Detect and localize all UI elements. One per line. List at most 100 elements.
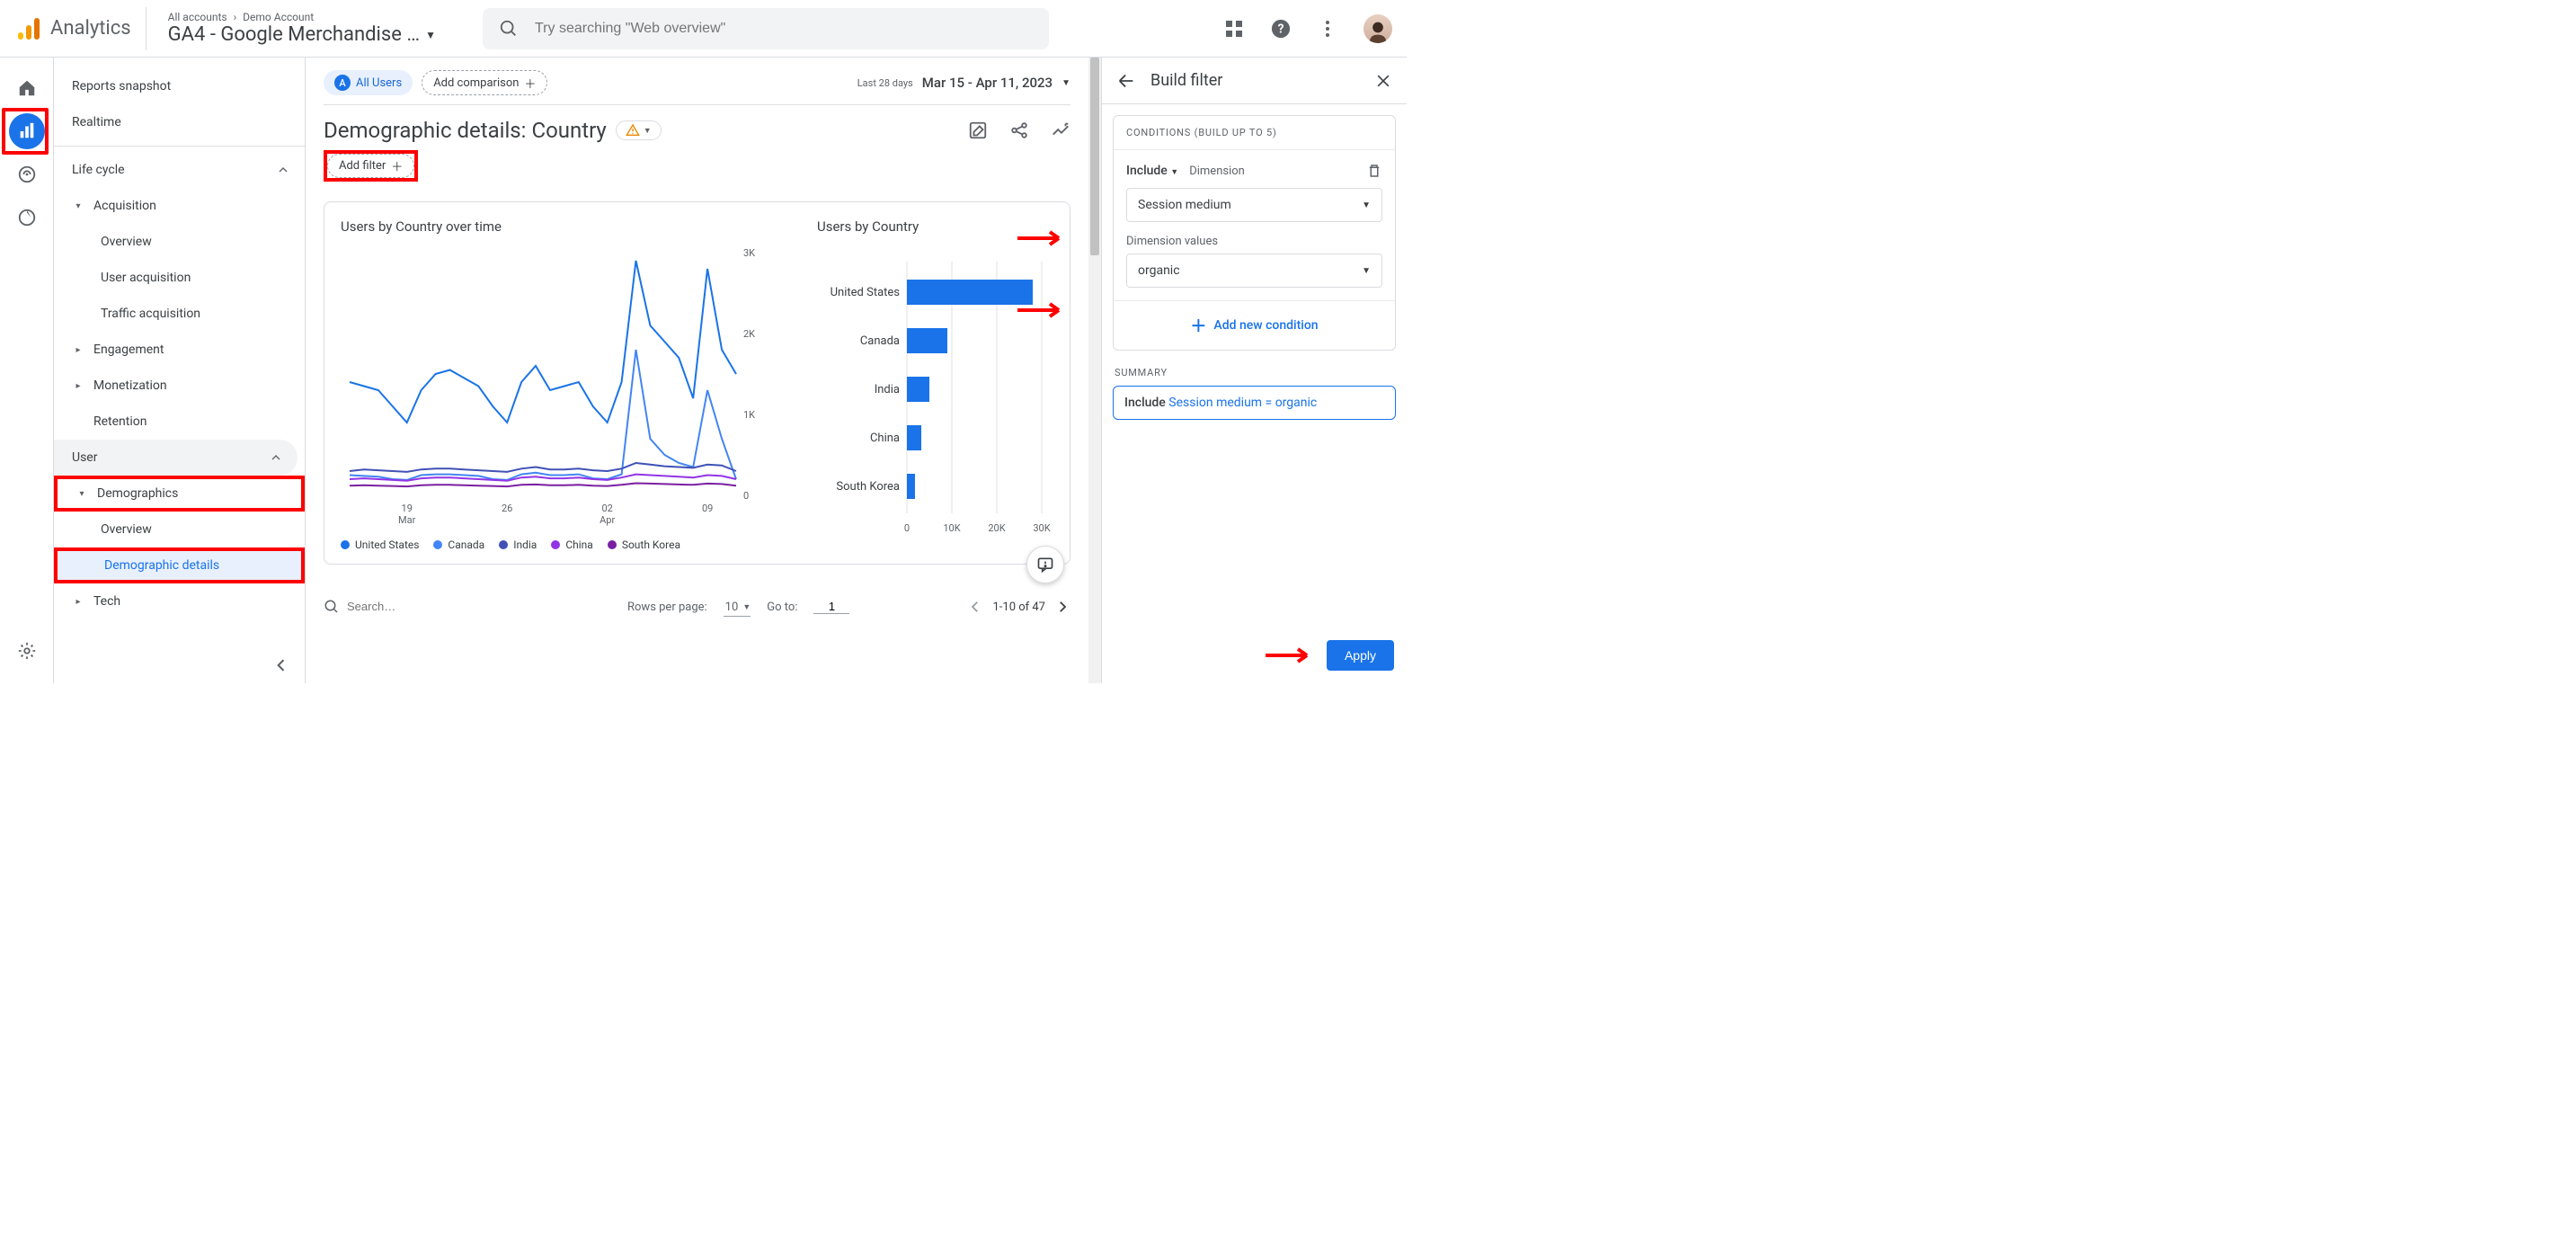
table-controls: Rows per page: 10▼ Go to: 1-10 of 47 (324, 592, 1070, 622)
caret-right-icon: ▸ (72, 597, 84, 607)
legend-item: United States (341, 538, 419, 551)
bar-chart: 010K20K30KUnited StatesCanadaIndiaChinaS… (817, 244, 1051, 540)
svg-text:10K: 10K (943, 522, 960, 534)
scrollbar[interactable] (1088, 58, 1101, 683)
line-chart: 01K2K3K19Mar2602Apr09 (341, 244, 772, 531)
dimension-values-select[interactable]: organic ▼ (1126, 254, 1382, 288)
avatar[interactable] (1364, 14, 1392, 43)
legend-item: India (499, 538, 537, 551)
caret-right-icon: ▸ (72, 345, 84, 355)
product-name: Analytics (50, 17, 131, 40)
legend-item: China (551, 538, 593, 551)
nav-tech[interactable]: ▸Tech (54, 583, 305, 619)
pager-next-icon[interactable] (1054, 599, 1070, 615)
plus-icon: ＋ (1190, 314, 1206, 337)
nav-demo-overview[interactable]: Overview (54, 512, 305, 547)
rail-home-icon[interactable] (9, 70, 45, 106)
pager-info: 1-10 of 47 (992, 601, 1045, 614)
data-quality-badge[interactable]: ▼ (616, 120, 662, 140)
nav-user[interactable]: User (54, 440, 298, 476)
close-icon[interactable] (1374, 72, 1392, 90)
account-selector[interactable]: All accounts › Demo Account GA4 - Google… (168, 11, 436, 46)
nav-demographics[interactable]: ▾Demographics (54, 476, 305, 512)
more-vert-icon[interactable] (1317, 18, 1338, 40)
share-icon[interactable] (1009, 120, 1029, 140)
feedback-fab[interactable] (1026, 546, 1064, 583)
nav-reports-snapshot[interactable]: Reports snapshot (54, 68, 305, 104)
breadcrumb-account: Demo Account (243, 11, 314, 23)
plus-icon: ＋ (524, 75, 536, 92)
nav-rail (0, 58, 54, 683)
svg-text:Mar: Mar (398, 514, 416, 526)
chip-all-users[interactable]: A All Users (324, 70, 413, 95)
svg-text:20K: 20K (988, 522, 1005, 534)
goto-input[interactable] (813, 600, 849, 614)
top-icons: ? (1223, 14, 1392, 43)
pager-prev-icon[interactable] (967, 599, 983, 615)
nav-life-cycle[interactable]: Life cycle (54, 152, 305, 188)
report-area: A All Users Add comparison ＋ Last 28 day… (306, 58, 1101, 683)
rail-advertising-icon[interactable] (9, 200, 45, 236)
chart-card: Users by Country over time 01K2K3K19Mar2… (324, 201, 1070, 565)
nav-monetization[interactable]: ▸Monetization (54, 368, 305, 404)
customize-report-icon[interactable] (968, 120, 988, 140)
dimension-label: Dimension (1189, 165, 1245, 178)
dropdown-icon: ▼ (1362, 266, 1371, 276)
include-exclude-select[interactable]: Include ▼ (1126, 164, 1178, 178)
date-preset-label: Last 28 days (857, 77, 913, 89)
add-filter-button[interactable]: Add filter ＋ (327, 154, 414, 178)
help-icon[interactable]: ? (1270, 18, 1292, 40)
panel-title: Build filter (1150, 71, 1222, 90)
nav-user-acquisition[interactable]: User acquisition (54, 260, 305, 296)
svg-text:0: 0 (743, 490, 749, 502)
annotation-highlight (2, 108, 49, 155)
logo-block: Analytics (14, 7, 147, 50)
nav-engagement[interactable]: ▸Engagement (54, 332, 305, 368)
nav-traffic-acquisition[interactable]: Traffic acquisition (54, 296, 305, 332)
svg-text:0: 0 (904, 522, 910, 534)
delete-icon[interactable] (1366, 163, 1382, 179)
dropdown-icon: ▼ (1061, 78, 1070, 88)
date-range-picker[interactable]: Last 28 days Mar 15 - Apr 11, 2023 ▼ (857, 75, 1070, 91)
caret-down-icon: ▾ (76, 489, 88, 499)
add-condition-button[interactable]: ＋ Add new condition (1114, 300, 1395, 350)
svg-text:United States: United States (831, 286, 901, 299)
annotation-highlight: Add filter ＋ (324, 150, 418, 182)
nav-acquisition[interactable]: ▾Acquisition (54, 188, 305, 224)
insights-icon[interactable] (1051, 120, 1070, 140)
topbar: Analytics All accounts › Demo Account GA… (0, 0, 1407, 58)
rail-admin-icon[interactable] (9, 633, 45, 669)
svg-text:30K: 30K (1033, 522, 1050, 534)
svg-text:Canada: Canada (860, 334, 900, 348)
nav-realtime[interactable]: Realtime (54, 104, 305, 140)
searchbar[interactable] (483, 8, 1049, 49)
nav-demo-details[interactable]: Demographic details (54, 547, 305, 583)
summary-chip: Include Session medium = organic (1113, 386, 1396, 420)
search-input[interactable] (535, 21, 1033, 37)
annotation-arrow (1264, 645, 1318, 666)
chevron-right-icon: › (234, 11, 237, 23)
svg-text:Apr: Apr (600, 514, 615, 526)
caret-down-icon: ▾ (72, 201, 84, 211)
breadcrumb-all: All accounts (168, 11, 227, 23)
breadcrumb: All accounts › Demo Account (168, 11, 436, 23)
table-search-input[interactable] (347, 600, 611, 614)
apps-icon[interactable] (1223, 18, 1245, 40)
line-chart-title: Users by Country over time (341, 218, 790, 235)
rail-explore-icon[interactable] (9, 156, 45, 192)
sidenav: Reports snapshot Realtime Life cycle ▾Ac… (54, 58, 306, 683)
collapse-sidenav-icon[interactable] (272, 656, 290, 674)
chip-add-comparison[interactable]: Add comparison ＋ (422, 70, 547, 95)
back-icon[interactable] (1116, 71, 1136, 91)
search-icon (324, 599, 340, 615)
nav-retention[interactable]: Retention (54, 404, 305, 440)
dimension-select[interactable]: Session medium ▼ (1126, 188, 1382, 222)
nav-acq-overview[interactable]: Overview (54, 224, 305, 260)
search-icon (499, 19, 519, 39)
dropdown-icon: ▼ (1362, 200, 1371, 210)
rows-per-page-label: Rows per page: (627, 601, 707, 614)
svg-text:19: 19 (402, 503, 413, 514)
svg-text:South Korea: South Korea (836, 480, 900, 494)
report-title: Demographic details: Country (324, 118, 607, 143)
apply-button[interactable]: Apply (1327, 640, 1394, 671)
